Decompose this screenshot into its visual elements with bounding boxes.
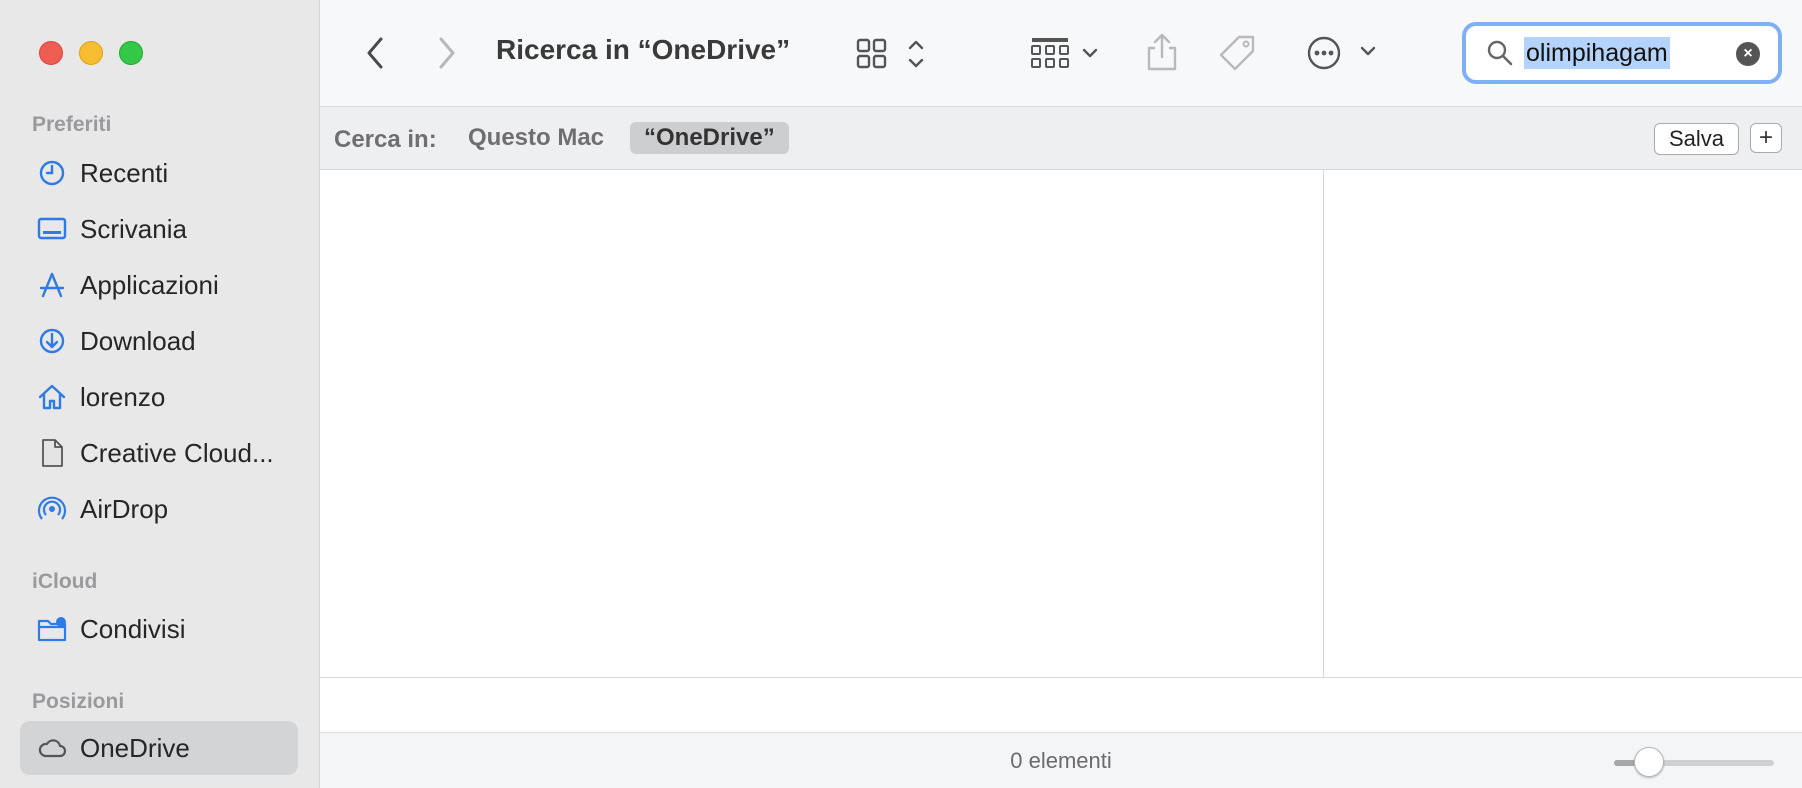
share-button[interactable]: [1142, 30, 1182, 74]
item-count: 0 elementi: [1010, 748, 1112, 773]
sidebar-item-airdrop[interactable]: AirDrop: [20, 482, 298, 536]
sidebar-item-recenti[interactable]: Recenti: [20, 146, 298, 200]
sidebar-section-preferiti: Preferiti: [32, 113, 112, 136]
sidebar-section-posizioni: Posizioni: [32, 690, 125, 713]
window-controls: [39, 41, 143, 65]
group-icon: [1031, 38, 1098, 68]
column-divider[interactable]: [1323, 170, 1324, 677]
sidebar-item-label: Scrivania: [80, 213, 187, 244]
group-by-button[interactable]: [1030, 34, 1106, 74]
cloud-icon: [36, 732, 68, 764]
document-icon: [36, 437, 68, 469]
scope-option-onedrive[interactable]: “OneDrive”: [630, 122, 789, 154]
sidebar-item-label: Recenti: [80, 157, 169, 188]
more-actions-button[interactable]: [1304, 32, 1386, 76]
back-button[interactable]: [360, 34, 390, 72]
search-field[interactable]: olimpihagam ×: [1462, 22, 1782, 84]
scope-option-questo-mac[interactable]: Questo Mac: [468, 124, 604, 152]
path-bar: [320, 678, 1802, 733]
toolbar: Ricerca in “OneDrive” olimpihagam ×: [320, 0, 1802, 107]
sidebar-item-label: OneDrive: [80, 732, 190, 763]
zoom-window-button[interactable]: [119, 41, 143, 65]
shared-folder-icon: [36, 613, 68, 645]
tag-button[interactable]: [1216, 32, 1260, 76]
sidebar-section-icloud: iCloud: [32, 570, 98, 593]
ellipsis-circle-icon: [1307, 36, 1376, 70]
search-input[interactable]: olimpihagam: [1524, 37, 1670, 69]
sidebar-item-lorenzo[interactable]: lorenzo: [20, 370, 298, 424]
clock-icon: [36, 157, 68, 189]
status-bar: 0 elementi: [320, 733, 1802, 788]
sidebar-item-condivisi[interactable]: Condivisi: [20, 602, 298, 656]
close-window-button[interactable]: [39, 41, 63, 65]
tag-icon: [1219, 35, 1255, 71]
sidebar-item-applicazioni[interactable]: Applicazioni: [20, 258, 298, 312]
desktop-icon: [36, 213, 68, 245]
forward-button[interactable]: [432, 34, 462, 72]
search-icon: [1487, 40, 1513, 66]
scope-label: Cerca in:: [334, 126, 437, 153]
sidebar-item-label: Creative Cloud...: [80, 437, 274, 468]
sidebar-item-creative-cloud[interactable]: Creative Cloud...: [20, 426, 298, 480]
add-criteria-button[interactable]: +: [1750, 123, 1782, 153]
icon-size-slider[interactable]: [1614, 747, 1774, 777]
save-search-button[interactable]: Salva: [1654, 123, 1740, 155]
sidebar-item-label: Condivisi: [80, 613, 186, 644]
sidebar-item-onedrive[interactable]: OneDrive: [20, 721, 298, 775]
search-scope-bar: Cerca in: Questo Mac “OneDrive” Salva +: [320, 107, 1802, 170]
sidebar: Preferiti Recenti Scrivania Applicazioni…: [0, 0, 320, 788]
icon-grid-icon: [856, 38, 924, 69]
chevron-left-icon: [367, 37, 383, 69]
home-icon: [36, 381, 68, 413]
sidebar-item-label: AirDrop: [80, 493, 169, 524]
sidebar-item-label: Download: [80, 325, 196, 356]
download-icon: [36, 325, 68, 357]
minimize-window-button[interactable]: [79, 41, 103, 65]
sidebar-item-label: lorenzo: [80, 381, 166, 412]
sidebar-item-label: Applicazioni: [80, 269, 219, 300]
sidebar-item-scrivania[interactable]: Scrivania: [20, 202, 298, 256]
sidebar-item-download[interactable]: Download: [20, 314, 298, 368]
share-icon: [1147, 33, 1177, 71]
results-area[interactable]: [320, 170, 1802, 677]
finder-window: Preferiti Recenti Scrivania Applicazioni…: [0, 0, 1802, 788]
clear-search-icon[interactable]: ×: [1736, 42, 1760, 66]
applications-icon: [36, 269, 68, 301]
slider-knob[interactable]: [1634, 747, 1665, 777]
view-mode-button[interactable]: [854, 34, 934, 74]
window-title: Ricerca in “OneDrive”: [496, 34, 791, 65]
airdrop-icon: [36, 493, 68, 525]
chevron-right-icon: [439, 37, 455, 69]
